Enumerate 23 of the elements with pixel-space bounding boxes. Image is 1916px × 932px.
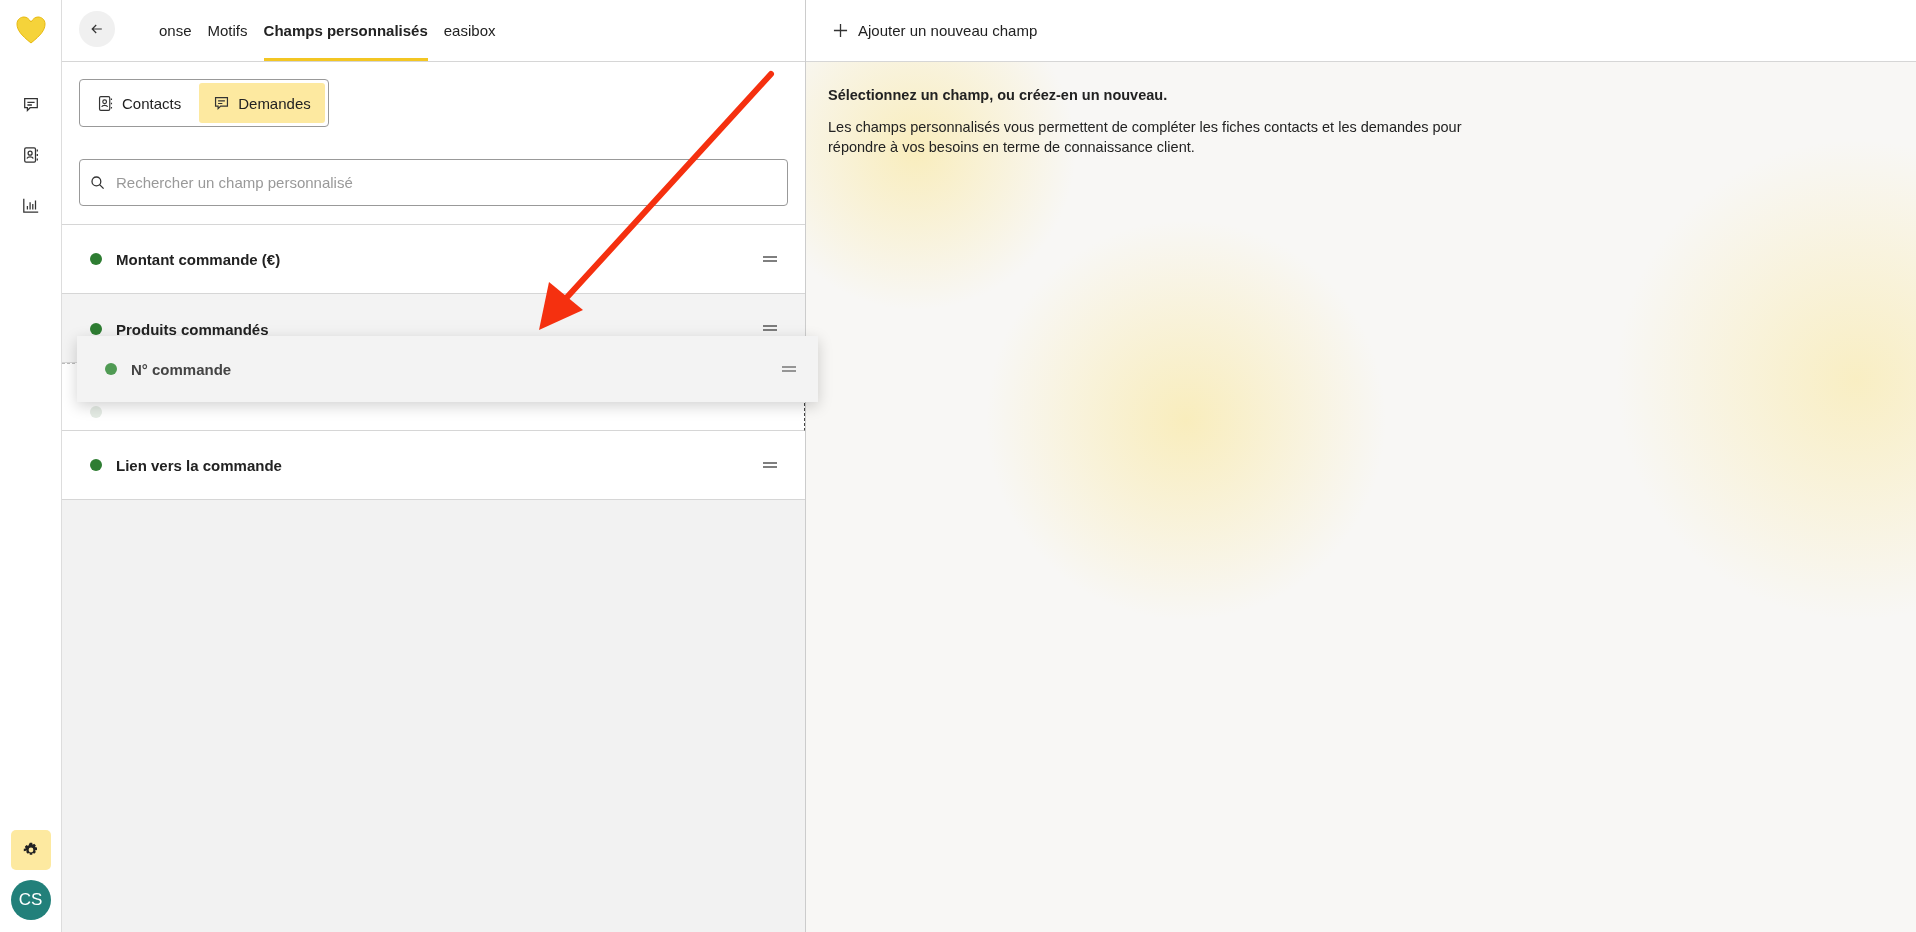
drag-handle-icon[interactable]: [763, 256, 777, 262]
plus-icon: [833, 23, 848, 38]
nav-tab[interactable]: easibox: [443, 0, 496, 61]
segment-tab[interactable]: Contacts: [83, 83, 196, 123]
drag-handle-icon[interactable]: [763, 462, 777, 468]
empty-state-title: Sélectionnez un champ, ou créez-en un nouveau.: [828, 87, 1169, 103]
segment-tab[interactable]: Demandes: [199, 83, 325, 123]
chat-bubble-icon: [213, 94, 231, 112]
back-button[interactable]: [79, 11, 115, 47]
user-avatar[interactable]: CS: [10, 880, 51, 920]
add-field-button[interactable]: Ajouter un nouveau champ: [833, 22, 1038, 39]
drag-handle-icon[interactable]: [763, 325, 777, 331]
field-row[interactable]: Lien vers la commande: [62, 431, 805, 500]
drag-handle-icon[interactable]: [782, 366, 796, 372]
empty-state-text: Les champs personnalisés vous permettent de compléter les fiches contacts et les demandes pour répondre à vos besoins en terme de connaissance client.: [828, 118, 1463, 157]
dragged-field-card[interactable]: N° commande: [77, 336, 818, 402]
nav-tab[interactable]: Motifs: [207, 0, 248, 61]
field-row[interactable]: Montant commande (€): [62, 225, 805, 294]
search-icon: [90, 174, 106, 191]
heart-logo-icon: [14, 15, 47, 45]
nav-tab[interactable]: onse: [159, 0, 192, 61]
settings-icon[interactable]: [10, 830, 51, 870]
contact-card-icon: [97, 94, 114, 112]
